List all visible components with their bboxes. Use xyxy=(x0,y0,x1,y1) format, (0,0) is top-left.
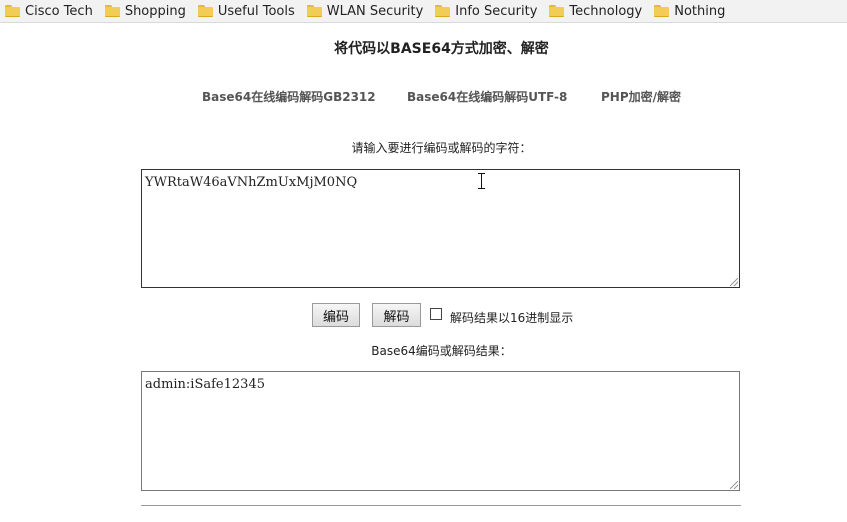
folder-icon xyxy=(549,5,565,17)
bookmark-nothing[interactable]: Nothing xyxy=(654,4,725,19)
bookmark-shopping[interactable]: Shopping xyxy=(104,3,186,19)
divider xyxy=(141,505,741,506)
folder-icon xyxy=(306,5,322,17)
link-base64-utf8[interactable]: Base64在线编码解码UTF-8 xyxy=(407,88,567,105)
input-label: 请输入要进行编码或解码的字符： xyxy=(351,141,532,155)
folder-icon xyxy=(435,5,451,17)
link-php-encrypt[interactable]: PHP加密/解密 xyxy=(601,88,681,105)
hex-display-label: 解码结果以16进制显示 xyxy=(450,311,574,325)
folder-icon xyxy=(5,5,20,17)
decode-button[interactable]: 解码 xyxy=(372,303,421,327)
bookmark-label: Cisco Tech xyxy=(25,3,93,19)
input-textarea[interactable]: YWRtaW46aVNhZmUxMjM0NQ xyxy=(141,169,740,288)
page-title: 将代码以BASE64方式加密、解密 xyxy=(334,41,549,57)
resize-grip-icon[interactable] xyxy=(730,481,738,489)
bookmark-info-security[interactable]: Info Security xyxy=(435,4,537,19)
text-cursor-icon xyxy=(478,173,486,189)
bookmark-label: Technology xyxy=(569,3,643,19)
bookmark-label: Useful Tools xyxy=(217,3,295,19)
folder-icon xyxy=(197,5,213,17)
bookmark-wlan-security[interactable]: WLAN Security xyxy=(306,3,424,19)
link-base64-gb2312[interactable]: Base64在线编码解码GB2312 xyxy=(202,88,376,105)
bookmark-useful-tools[interactable]: Useful Tools xyxy=(197,3,295,19)
resize-grip-icon[interactable] xyxy=(730,278,738,286)
folder-icon xyxy=(104,5,120,17)
bookmark-label: WLAN Security xyxy=(326,3,424,19)
bookmark-cisco-tech[interactable]: Cisco Tech xyxy=(5,4,93,19)
bookmark-label: Nothing xyxy=(674,3,726,19)
bookmarks-bar: Cisco Tech Shopping Useful Tools WLAN Se… xyxy=(0,0,847,23)
bookmark-technology[interactable]: Technology xyxy=(549,4,642,19)
hex-display-checkbox[interactable] xyxy=(430,308,442,320)
folder-icon xyxy=(654,5,670,17)
encode-button[interactable]: 编码 xyxy=(312,303,360,327)
output-label: Base64编码或解码结果： xyxy=(371,344,512,358)
output-textarea[interactable]: admin:iSafe12345 xyxy=(141,371,740,491)
bookmark-label: Shopping xyxy=(124,3,186,19)
bookmark-label: Info Security xyxy=(455,3,538,19)
